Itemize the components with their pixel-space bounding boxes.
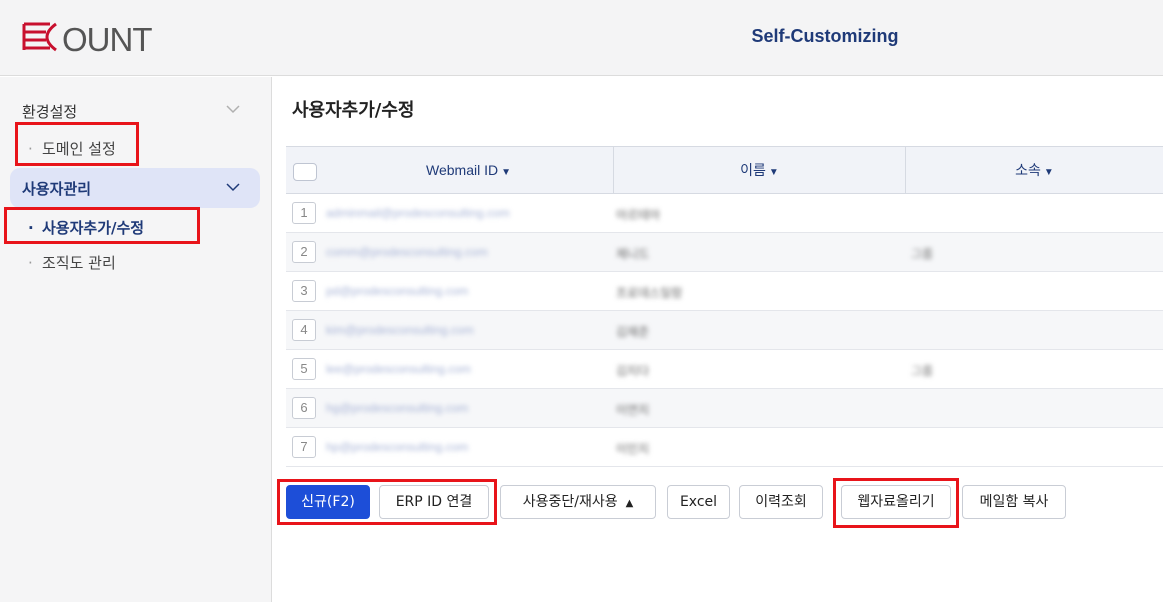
- row-email: hp@prodesconsulting.com: [326, 440, 469, 454]
- column-header-name[interactable]: 이름 ▼: [614, 147, 906, 194]
- table-header: Webmail ID ▼ 이름 ▼ 소속 ▼: [286, 147, 1163, 194]
- table-row[interactable]: 7 hp@prodesconsulting.com 이민지: [286, 428, 1163, 467]
- table-row[interactable]: 4 kim@prodesconsulting.com 김재준: [286, 311, 1163, 350]
- row-number: 4: [292, 319, 316, 341]
- row-number: 7: [292, 436, 316, 458]
- bullet-icon: ·: [28, 254, 33, 272]
- caret-up-icon: ▲: [625, 498, 634, 509]
- row-email: pd@prodesconsulting.com: [326, 284, 469, 298]
- chevron-down-icon[interactable]: [226, 181, 240, 195]
- user-table: Webmail ID ▼ 이름 ▼ 소속 ▼ 1 adminmail@prodesco…: [286, 146, 1163, 469]
- sort-triangle-icon: ▼: [768, 167, 779, 178]
- sidebar-group-user-management[interactable]: 사용자관리: [22, 178, 91, 199]
- ecount-logo[interactable]: OUNT: [22, 20, 162, 56]
- highlight-box: [4, 207, 200, 244]
- row-email: comm@prodesconsulting.com: [326, 245, 488, 259]
- row-number: 1: [292, 202, 316, 224]
- row-email: kim@prodesconsulting.com: [326, 323, 474, 337]
- sort-triangle-icon: ▼: [1043, 167, 1054, 178]
- top-header: OUNT Self-Customizing: [0, 0, 1163, 76]
- row-email: adminmail@prodesconsulting.com: [326, 206, 510, 220]
- row-dept: 그룹: [911, 364, 934, 378]
- column-header-department[interactable]: 소속 ▼: [906, 147, 1163, 194]
- page-header-title: Self-Customizing: [751, 26, 899, 46]
- sidebar: 환경설정 · 도메인 설정 사용자관리 · 사용자추가/수정 · 조직도 관리: [0, 77, 272, 602]
- select-all-checkbox[interactable]: [293, 163, 317, 181]
- sidebar-group-settings[interactable]: 환경설정: [22, 101, 77, 122]
- chevron-down-icon[interactable]: [226, 103, 240, 117]
- row-dept: 그룹: [911, 247, 934, 261]
- row-number: 5: [292, 358, 316, 380]
- excel-button[interactable]: Excel: [667, 485, 730, 519]
- row-name: 이민지: [616, 442, 650, 456]
- row-name: 제니드: [616, 247, 650, 261]
- column-header-webmail-id[interactable]: Webmail ID ▼: [324, 147, 614, 194]
- sort-triangle-icon: ▼: [501, 167, 511, 178]
- row-name: 김재준: [616, 325, 650, 339]
- table-row[interactable]: 3 pd@prodesconsulting.com 프로데스일람: [286, 272, 1163, 311]
- table-row[interactable]: 2 comm@prodesconsulting.com 제니드 그룹: [286, 233, 1163, 272]
- table-row[interactable]: 6 hg@prodesconsulting.com 이연지: [286, 389, 1163, 428]
- page-title: 사용자추가/수정: [292, 100, 415, 121]
- highlight-box: [277, 479, 497, 525]
- copy-mailbox-button[interactable]: 메일함 복사: [962, 485, 1066, 519]
- row-name: 김지다: [616, 364, 650, 378]
- table-row[interactable]: 1 adminmail@prodesconsulting.com 아르테아: [286, 194, 1163, 233]
- row-number: 2: [292, 241, 316, 263]
- select-all-cell: [286, 147, 324, 194]
- suspend-reuse-dropdown-button[interactable]: 사용중단/재사용 ▲: [500, 485, 656, 519]
- highlight-box: [833, 478, 959, 528]
- row-name: 아르테아: [616, 208, 661, 222]
- table-row[interactable]: 5 lee@prodesconsulting.com 김지다 그룹: [286, 350, 1163, 389]
- row-number: 6: [292, 397, 316, 419]
- history-button[interactable]: 이력조회: [739, 485, 823, 519]
- sidebar-item-org-chart[interactable]: · 조직도 관리: [28, 252, 116, 273]
- highlight-box: [15, 122, 139, 166]
- row-name: 이연지: [616, 403, 650, 417]
- row-number: 3: [292, 280, 316, 302]
- svg-text:OUNT: OUNT: [62, 21, 152, 56]
- row-email: lee@prodesconsulting.com: [326, 362, 471, 376]
- row-email: hg@prodesconsulting.com: [326, 401, 469, 415]
- row-name: 프로데스일람: [616, 286, 683, 300]
